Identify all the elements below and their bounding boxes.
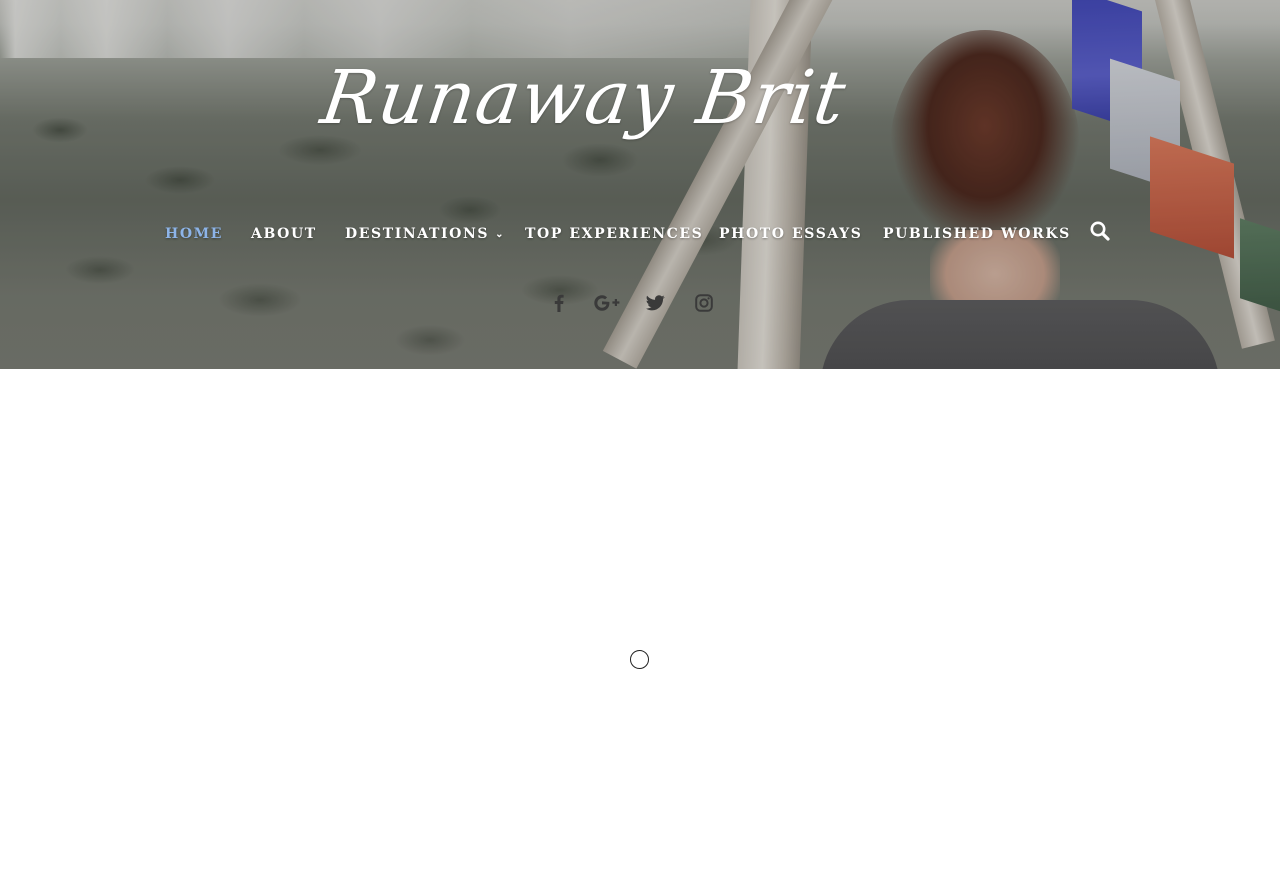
spinner-icon [630, 650, 649, 669]
nav-item-destinations-label: DESTINATIONS [345, 226, 490, 242]
nav-item-home[interactable]: HOME [165, 222, 223, 246]
nav-item-about[interactable]: ABOUT [251, 222, 317, 246]
search-icon[interactable] [1089, 220, 1111, 244]
nav-item-published-works[interactable]: PUBLISHED WORKS [883, 222, 1071, 246]
main-navigation: HOME ABOUT DESTINATIONS ⌄ TOP EXPERIENCES… [0, 222, 1280, 248]
hero-header: Runaway Brit HOME ABOUT DESTINATIONS ⌄ TO… [0, 0, 1280, 369]
nav-item-photo-essays[interactable]: PHOTO ESSAYS [719, 222, 863, 246]
nav-item-top-experiences[interactable]: TOP EXPERIENCES [525, 222, 703, 246]
twitter-icon[interactable] [645, 292, 665, 314]
facebook-icon[interactable] [551, 292, 567, 314]
site-logo[interactable]: Runaway Brit [297, 48, 851, 178]
chevron-down-icon: ⌄ [495, 229, 506, 240]
google-plus-icon[interactable] [593, 292, 623, 314]
nav-item-destinations[interactable]: DESTINATIONS ⌄ [345, 222, 505, 246]
instagram-icon[interactable] [694, 292, 713, 314]
